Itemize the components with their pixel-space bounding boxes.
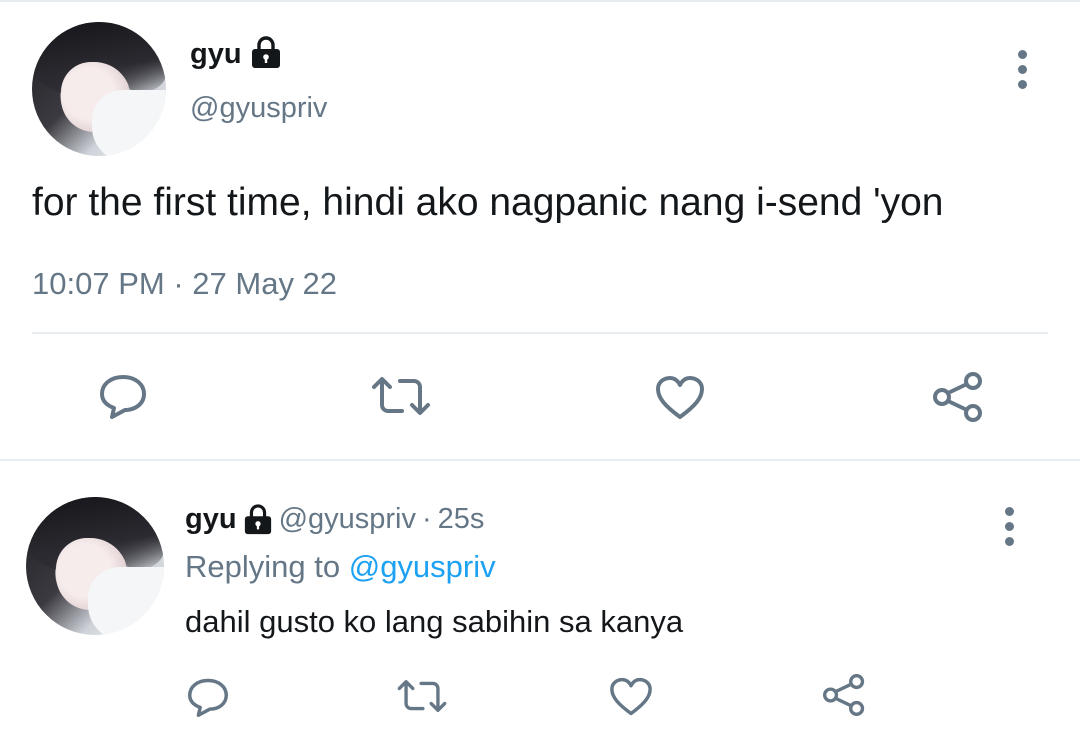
handle[interactable]: @gyuspriv	[279, 503, 416, 536]
heart-icon	[656, 376, 704, 419]
retweet-button[interactable]	[396, 678, 448, 714]
tweet-age[interactable]: 25s	[438, 503, 485, 536]
share-icon	[933, 372, 982, 422]
meta-separator: ·	[173, 266, 184, 301]
lock-icon	[244, 503, 271, 534]
retweet-icon	[397, 680, 447, 712]
reply-button[interactable]	[98, 373, 148, 419]
avatar[interactable]	[26, 497, 164, 635]
share-icon	[823, 674, 865, 716]
tweet-time: 10:07 PM	[32, 266, 165, 301]
like-button[interactable]	[609, 677, 653, 717]
section-divider	[0, 459, 1080, 461]
handle[interactable]: @gyuspriv	[190, 92, 327, 125]
tweet-timestamp[interactable]: 10:07 PM · 27 May 22	[32, 266, 337, 302]
tweet-text: for the first time, hindi ako nagpanic n…	[32, 181, 944, 224]
retweet-button[interactable]	[370, 375, 432, 417]
reply-bubble-icon	[100, 375, 146, 419]
reply-header: gyu @gyuspriv · 25s	[185, 503, 484, 536]
tweet-date: 27 May 22	[192, 266, 338, 301]
tweet-text: dahil gusto ko lang sabihin sa kanya	[185, 604, 684, 639]
replying-to: Replying to @gyuspriv	[185, 549, 496, 585]
display-name[interactable]: gyu	[185, 503, 237, 536]
share-button[interactable]	[822, 674, 866, 716]
reply-bubble-icon	[188, 678, 228, 717]
share-button[interactable]	[932, 372, 984, 422]
lock-icon	[252, 36, 280, 68]
like-button[interactable]	[655, 375, 705, 421]
more-vertical-icon[interactable]	[1003, 507, 1015, 552]
replying-prefix: Replying to	[185, 549, 341, 584]
divider	[32, 332, 1048, 334]
main-tweet: gyu @gyuspriv for the first time, hindi …	[0, 0, 1080, 460]
avatar[interactable]	[32, 22, 166, 156]
mention-link[interactable]: @gyuspriv	[349, 549, 496, 584]
heart-icon	[610, 677, 652, 716]
reply-button[interactable]	[186, 677, 230, 717]
more-vertical-icon[interactable]	[1016, 50, 1028, 95]
display-name[interactable]: gyu	[190, 38, 242, 71]
header-separator: ·	[422, 503, 432, 535]
retweet-icon	[372, 377, 430, 415]
